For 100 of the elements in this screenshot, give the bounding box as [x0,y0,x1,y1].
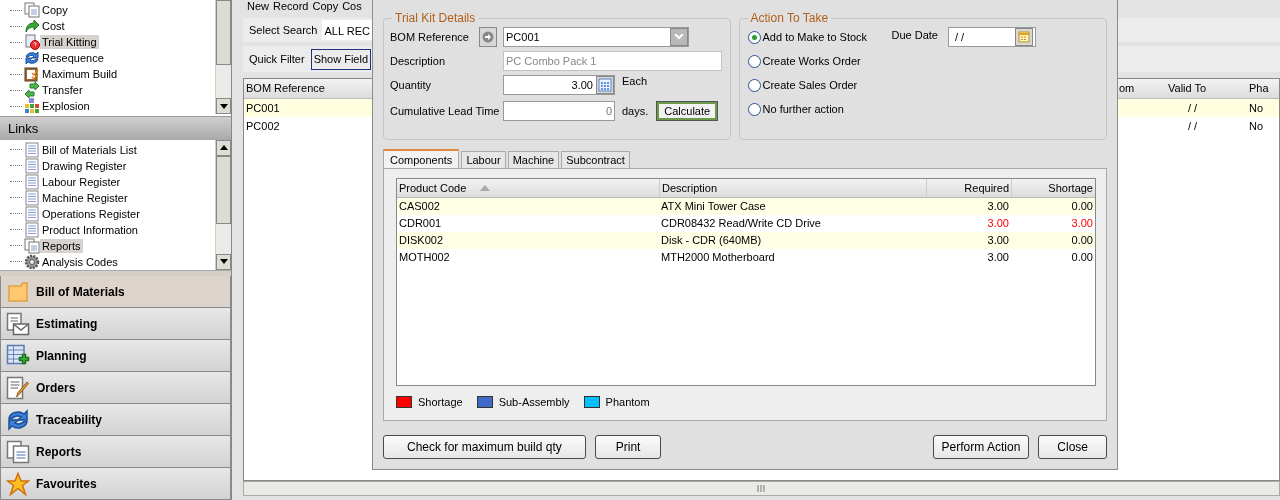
circular-arrows-icon [24,50,40,66]
down-arrow-icon [219,103,228,109]
tree-item[interactable]: Drawing Register [40,158,129,173]
tree-item[interactable]: Maximum Build [40,67,120,81]
table-cell-text: 3.00 [986,199,1010,215]
radio-option[interactable]: Create Works Order [747,49,888,73]
combo-box[interactable]: PC001 [503,27,689,47]
column-header[interactable]: Product Code [397,179,659,197]
dialog-button[interactable]: Check for maximum build qty [383,435,586,459]
table-cell-text: No [1248,100,1265,116]
dialog-button[interactable]: Close [1038,435,1107,459]
column-header[interactable]: Shortage [1011,179,1095,197]
sort-ascending-icon [480,185,491,191]
tree-item[interactable]: Resequence [40,51,106,65]
tab[interactable]: Labour [461,151,506,168]
tree-item[interactable]: Trial Kitting [40,35,99,49]
table-cell-text: 0.00 [1070,199,1094,215]
tree-item[interactable]: Transfer [40,83,85,97]
vertical-scrollbar[interactable] [215,139,231,270]
unit-label: days. [622,103,649,119]
quick-filter-label: Quick Filter [249,51,305,67]
tree-item[interactable]: Product Information [40,222,140,237]
table-cell-text: CDR08432 Read/Write CD Drive [660,216,822,232]
tree-item[interactable]: Machine Register [40,190,130,205]
document-warning-icon [24,34,40,50]
vertical-scrollbar[interactable] [215,0,231,114]
column-header[interactable]: BOM Reference [244,80,344,97]
radio-option[interactable]: No further action [747,97,888,121]
horizontal-scrollbar[interactable] [243,481,1280,496]
clipboard-checklist-icon [24,66,40,82]
module-button[interactable]: Traceability [0,404,231,436]
input-field[interactable]: 0 [503,101,615,121]
module-button[interactable]: Bill of Materials [0,276,231,308]
table-cell-text: 3.00 [986,250,1010,266]
tree-item[interactable]: Reports [40,238,83,253]
group-title: Trial Kit Details [394,11,477,25]
toolbar-item[interactable]: New [247,1,269,12]
toolbar-item[interactable]: Copy [312,1,339,12]
module-button[interactable]: Reports [0,436,231,468]
grip-icon [756,485,767,492]
module-button[interactable]: Favourites [0,468,231,500]
curved-arrow-icon [24,18,40,34]
list-icon [24,205,40,222]
toolbar-item[interactable]: Cos [342,1,362,12]
field-label: BOM Reference [390,29,470,45]
blocks-icon [24,98,40,114]
dialog-button[interactable]: Perform Action [932,435,1030,459]
tree-item[interactable]: Copy [40,3,70,17]
table-cell-text: MTH2000 Motherboard [660,250,776,266]
column-header[interactable]: Description [659,179,926,197]
module-button[interactable]: Orders [0,372,231,404]
column-header[interactable]: om [1117,80,1166,97]
module-button[interactable]: Planning [0,340,231,372]
input-field[interactable]: 3.00 [503,75,615,95]
star-icon [6,471,30,496]
table-cell-text: ATX Mini Tower Case [660,199,767,215]
tree-item[interactable]: Explosion [40,99,92,113]
documents-icon [24,237,40,254]
lookup-button[interactable] [479,27,497,47]
calculate-button[interactable]: Calculate [656,101,719,121]
list-icon [24,221,40,238]
column-header[interactable]: Required [926,179,1011,197]
table-cell-text: 0.00 [1070,233,1094,249]
tab[interactable]: Components [383,149,460,168]
field-label: Description [390,53,447,69]
tree-item[interactable]: Bill of Materials List [40,142,139,157]
tree-item[interactable]: Labour Register [40,174,123,189]
toolbar-item[interactable]: Record [273,1,309,12]
list-icon [24,189,40,206]
tree-item[interactable]: Analysis Codes [40,254,120,269]
column-header[interactable]: Pha [1247,80,1279,97]
column-header[interactable]: Valid To [1166,80,1247,97]
tab[interactable]: Machine [507,151,560,168]
radio-option[interactable]: Create Sales Order [747,73,888,97]
table-cell-text: CAS002 [398,199,441,215]
group-title: Action To Take [749,11,830,25]
field-label: Due Date [891,28,938,43]
tab[interactable]: Subcontract [561,151,630,168]
module-button[interactable]: Estimating [0,308,231,340]
table-cell-text: 3.00 [986,216,1010,232]
calendar-icon [1018,31,1030,43]
field-label: Quantity [390,77,432,93]
arrow-circle-icon [482,31,494,43]
chevron-down-icon [674,34,684,40]
table-cell-text: No [1248,118,1265,134]
table-cell-text: CDR001 [398,216,443,232]
table-cell-text: 0.00 [1070,250,1094,266]
date-field[interactable]: / / [948,27,1036,47]
circular-arrows-icon [6,407,30,432]
folder-icon [6,279,30,304]
list-icon [24,157,40,174]
show-fields-button[interactable]: Show Field [310,48,372,70]
table-cell-text: Disk - CDR (640MB) [660,233,763,249]
tree-item[interactable]: Cost [40,19,67,33]
section-header[interactable]: Links [0,116,231,140]
table-cell-text: / / [1187,100,1199,116]
radio-option[interactable]: Add to Make to Stock [747,25,888,49]
documents-icon [6,439,30,464]
tree-item[interactable]: Operations Register [40,206,142,221]
dialog-button[interactable]: Print [594,435,662,459]
